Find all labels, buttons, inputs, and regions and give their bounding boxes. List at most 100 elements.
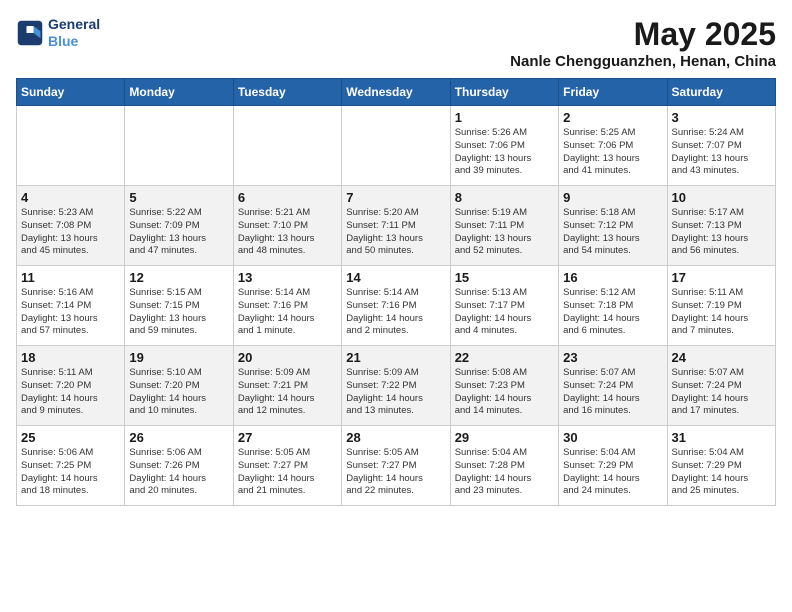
day-number: 22 — [455, 350, 554, 365]
calendar-day-22: 22 Sunrise: 5:08 AM Sunset: 7:23 PM Dayli… — [450, 346, 558, 426]
calendar-day-11: 11 Sunrise: 5:16 AM Sunset: 7:14 PM Dayli… — [17, 266, 125, 346]
day-number: 28 — [346, 430, 445, 445]
calendar-day-4: 4Sunrise: 5:23 AM Sunset: 7:08 PM Daylig… — [17, 186, 125, 266]
day-number: 2 — [563, 110, 662, 125]
day-info: Sunrise: 5:09 AM Sunset: 7:21 PM Dayligh… — [238, 367, 337, 418]
calendar-body: 1Sunrise: 5:26 AM Sunset: 7:06 PM Daylig… — [17, 106, 776, 506]
calendar-day-19: 19 Sunrise: 5:10 AM Sunset: 7:20 PM Dayli… — [125, 346, 233, 426]
day-number: 15 — [455, 270, 554, 285]
day-info: Sunrise: 5:05 AM Sunset: 7:27 PM Dayligh… — [238, 447, 337, 498]
day-info: Sunrise: 5:10 AM Sunset: 7:20 PM Dayligh… — [129, 367, 228, 418]
day-number: 20 — [238, 350, 337, 365]
day-info: Sunrise: 5:11 AM Sunset: 7:19 PM Dayligh… — [672, 287, 771, 338]
weekday-header-row: SundayMondayTuesdayWednesdayThursdayFrid… — [17, 79, 776, 106]
day-info: Sunrise: 5:05 AM Sunset: 7:27 PM Dayligh… — [346, 447, 445, 498]
day-number: 17 — [672, 270, 771, 285]
day-info: Sunrise: 5:17 AM Sunset: 7:13 PM Dayligh… — [672, 207, 771, 258]
day-info: Sunrise: 5:04 AM Sunset: 7:29 PM Dayligh… — [563, 447, 662, 498]
day-number: 11 — [21, 270, 120, 285]
day-info: Sunrise: 5:20 AM Sunset: 7:11 PM Dayligh… — [346, 207, 445, 258]
day-number: 3 — [672, 110, 771, 125]
day-info: Sunrise: 5:13 AM Sunset: 7:17 PM Dayligh… — [455, 287, 554, 338]
calendar-day-29: 29 Sunrise: 5:04 AM Sunset: 7:28 PM Dayli… — [450, 426, 558, 506]
day-number: 12 — [129, 270, 228, 285]
day-info: Sunrise: 5:21 AM Sunset: 7:10 PM Dayligh… — [238, 207, 337, 258]
title-block: May 2025 Nanle Chengguanzhen, Henan, Chi… — [510, 16, 776, 70]
day-info: Sunrise: 5:25 AM Sunset: 7:06 PM Dayligh… — [563, 127, 662, 178]
calendar-day-12: 12 Sunrise: 5:15 AM Sunset: 7:15 PM Dayli… — [125, 266, 233, 346]
calendar-day-21: 21 Sunrise: 5:09 AM Sunset: 7:22 PM Dayli… — [342, 346, 450, 426]
calendar-day-23: 23 Sunrise: 5:07 AM Sunset: 7:24 PM Dayli… — [559, 346, 667, 426]
calendar-day-16: 16 Sunrise: 5:12 AM Sunset: 7:18 PM Dayli… — [559, 266, 667, 346]
calendar-day-8: 8Sunrise: 5:19 AM Sunset: 7:11 PM Daylig… — [450, 186, 558, 266]
calendar-week-row: 25Sunrise: 5:06 AM Sunset: 7:25 PM Dayli… — [17, 426, 776, 506]
calendar-day-empty — [233, 106, 341, 186]
weekday-header-tuesday: Tuesday — [233, 79, 341, 106]
day-number: 27 — [238, 430, 337, 445]
day-number: 14 — [346, 270, 445, 285]
calendar-day-empty — [125, 106, 233, 186]
calendar-week-row: 11 Sunrise: 5:16 AM Sunset: 7:14 PM Dayli… — [17, 266, 776, 346]
day-info: Sunrise: 5:04 AM Sunset: 7:28 PM Dayligh… — [455, 447, 554, 498]
day-info: Sunrise: 5:14 AM Sunset: 7:16 PM Dayligh… — [346, 287, 445, 338]
page-header: General Blue May 2025 Nanle Chengguanzhe… — [16, 16, 776, 70]
calendar-day-28: 28 Sunrise: 5:05 AM Sunset: 7:27 PM Dayli… — [342, 426, 450, 506]
calendar-day-9: 9 Sunrise: 5:18 AM Sunset: 7:12 PM Daylig… — [559, 186, 667, 266]
day-number: 7 — [346, 190, 445, 205]
logo: General Blue — [16, 16, 100, 50]
calendar-day-17: 17 Sunrise: 5:11 AM Sunset: 7:19 PM Dayli… — [667, 266, 775, 346]
weekday-header-wednesday: Wednesday — [342, 79, 450, 106]
day-info: Sunrise: 5:08 AM Sunset: 7:23 PM Dayligh… — [455, 367, 554, 418]
calendar-day-27: 27 Sunrise: 5:05 AM Sunset: 7:27 PM Dayli… — [233, 426, 341, 506]
day-info: Sunrise: 5:18 AM Sunset: 7:12 PM Dayligh… — [563, 207, 662, 258]
day-number: 16 — [563, 270, 662, 285]
day-number: 24 — [672, 350, 771, 365]
day-number: 9 — [563, 190, 662, 205]
day-info: Sunrise: 5:06 AM Sunset: 7:26 PM Dayligh… — [129, 447, 228, 498]
weekday-header-friday: Friday — [559, 79, 667, 106]
day-info: Sunrise: 5:15 AM Sunset: 7:15 PM Dayligh… — [129, 287, 228, 338]
month-year-title: May 2025 — [510, 16, 776, 53]
day-info: Sunrise: 5:26 AM Sunset: 7:06 PM Dayligh… — [455, 127, 554, 178]
day-info: Sunrise: 5:07 AM Sunset: 7:24 PM Dayligh… — [563, 367, 662, 418]
day-number: 18 — [21, 350, 120, 365]
calendar-week-row: 1Sunrise: 5:26 AM Sunset: 7:06 PM Daylig… — [17, 106, 776, 186]
day-number: 5 — [129, 190, 228, 205]
day-info: Sunrise: 5:23 AM Sunset: 7:08 PM Dayligh… — [21, 207, 120, 258]
calendar-header: SundayMondayTuesdayWednesdayThursdayFrid… — [17, 79, 776, 106]
calendar-day-20: 20 Sunrise: 5:09 AM Sunset: 7:21 PM Dayli… — [233, 346, 341, 426]
day-info: Sunrise: 5:09 AM Sunset: 7:22 PM Dayligh… — [346, 367, 445, 418]
day-info: Sunrise: 5:12 AM Sunset: 7:18 PM Dayligh… — [563, 287, 662, 338]
day-info: Sunrise: 5:24 AM Sunset: 7:07 PM Dayligh… — [672, 127, 771, 178]
day-number: 29 — [455, 430, 554, 445]
calendar-day-6: 6Sunrise: 5:21 AM Sunset: 7:10 PM Daylig… — [233, 186, 341, 266]
calendar-day-3: 3 Sunrise: 5:24 AM Sunset: 7:07 PM Daylig… — [667, 106, 775, 186]
calendar-table: SundayMondayTuesdayWednesdayThursdayFrid… — [16, 78, 776, 506]
calendar-day-26: 26Sunrise: 5:06 AM Sunset: 7:26 PM Dayli… — [125, 426, 233, 506]
weekday-header-saturday: Saturday — [667, 79, 775, 106]
calendar-day-2: 2 Sunrise: 5:25 AM Sunset: 7:06 PM Daylig… — [559, 106, 667, 186]
calendar-day-30: 30 Sunrise: 5:04 AM Sunset: 7:29 PM Dayli… — [559, 426, 667, 506]
location-subtitle: Nanle Chengguanzhen, Henan, China — [510, 53, 776, 70]
calendar-day-14: 14 Sunrise: 5:14 AM Sunset: 7:16 PM Dayli… — [342, 266, 450, 346]
day-info: Sunrise: 5:14 AM Sunset: 7:16 PM Dayligh… — [238, 287, 337, 338]
day-number: 31 — [672, 430, 771, 445]
day-number: 21 — [346, 350, 445, 365]
logo-icon — [16, 19, 44, 47]
day-number: 30 — [563, 430, 662, 445]
day-info: Sunrise: 5:06 AM Sunset: 7:25 PM Dayligh… — [21, 447, 120, 498]
calendar-week-row: 4Sunrise: 5:23 AM Sunset: 7:08 PM Daylig… — [17, 186, 776, 266]
day-number: 19 — [129, 350, 228, 365]
logo-text: General Blue — [48, 16, 100, 50]
day-number: 10 — [672, 190, 771, 205]
day-info: Sunrise: 5:16 AM Sunset: 7:14 PM Dayligh… — [21, 287, 120, 338]
calendar-day-24: 24Sunrise: 5:07 AM Sunset: 7:24 PM Dayli… — [667, 346, 775, 426]
calendar-day-25: 25Sunrise: 5:06 AM Sunset: 7:25 PM Dayli… — [17, 426, 125, 506]
calendar-day-31: 31Sunrise: 5:04 AM Sunset: 7:29 PM Dayli… — [667, 426, 775, 506]
weekday-header-monday: Monday — [125, 79, 233, 106]
calendar-day-1: 1Sunrise: 5:26 AM Sunset: 7:06 PM Daylig… — [450, 106, 558, 186]
day-number: 23 — [563, 350, 662, 365]
day-info: Sunrise: 5:11 AM Sunset: 7:20 PM Dayligh… — [21, 367, 120, 418]
calendar-day-empty — [342, 106, 450, 186]
day-info: Sunrise: 5:22 AM Sunset: 7:09 PM Dayligh… — [129, 207, 228, 258]
